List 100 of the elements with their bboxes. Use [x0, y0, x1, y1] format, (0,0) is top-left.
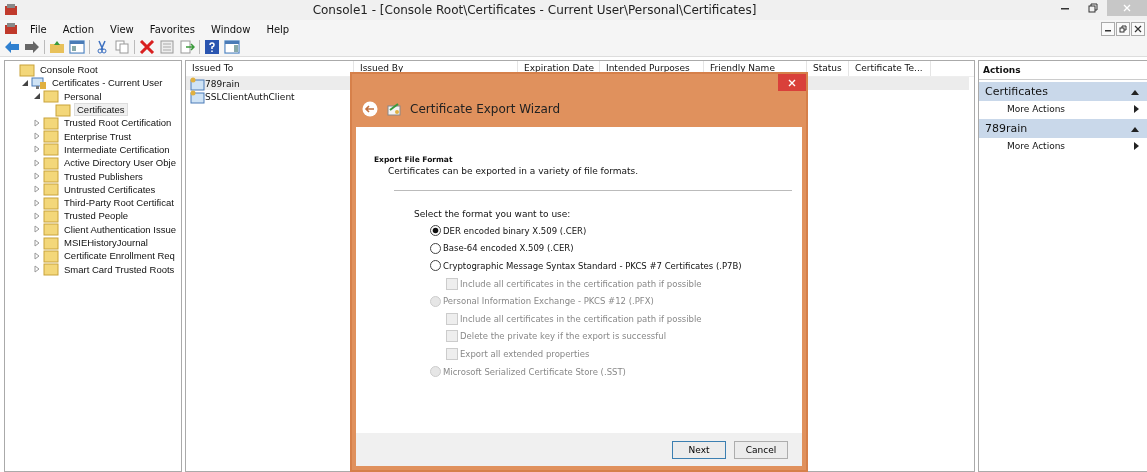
radio-option[interactable]: Cryptographic Message Syntax Standard - PKCS #7 Certificates (.P7B) [430, 257, 784, 275]
tree-item[interactable]: Active Directory User Obje [62, 157, 178, 169]
tree-item[interactable]: Certificates - Current User [50, 77, 165, 89]
close-icon [1122, 3, 1132, 13]
folder-icon [43, 169, 59, 184]
certificate-icon [189, 89, 205, 104]
tree-item[interactable]: Certificates [74, 103, 128, 117]
app-icon[interactable] [4, 22, 18, 36]
expand-icon[interactable] [33, 251, 41, 260]
tree-item[interactable]: Trusted People [62, 210, 131, 222]
folder-icon [43, 129, 59, 144]
table-cell: SSLClientAuthClient [205, 91, 295, 102]
radio-button[interactable] [430, 225, 441, 237]
dialog-title: Certificate Export Wizard [410, 102, 561, 116]
window-title: Console1 - [Console Root\Certificates - Current User\Personal\Certificates] [311, 3, 758, 17]
section-header[interactable]: 789rain [979, 119, 1147, 138]
folder-icon [43, 182, 59, 197]
expand-icon[interactable] [33, 158, 41, 167]
copy-icon[interactable] [114, 40, 130, 54]
checkbox-option: Export all extended properties [446, 345, 784, 363]
back-arrow-icon[interactable] [4, 40, 20, 54]
tree-item[interactable]: Personal [62, 90, 104, 102]
restore-icon [1088, 3, 1098, 13]
cancel-button[interactable]: Cancel [734, 440, 788, 459]
menu-item[interactable]: View [102, 23, 142, 35]
tree-item[interactable]: Enterprise Trust [62, 130, 134, 142]
radio-option: Personal Information Exchange - PKCS #12 (.PFX) [430, 292, 784, 310]
tree-item[interactable]: Client Authentication Issue [62, 223, 178, 235]
app-icon [4, 3, 18, 17]
export-icon[interactable] [179, 40, 195, 54]
menu-item[interactable]: File [22, 23, 55, 35]
radio-button[interactable] [430, 242, 441, 254]
folder-icon [43, 155, 59, 170]
folder-icon [43, 208, 59, 223]
tree-item[interactable]: Intermediate Certification [62, 143, 172, 155]
radio-option[interactable]: DER encoded binary X.509 (.CER) [430, 222, 784, 240]
checkbox-option: Delete the private key if the export is successful [446, 327, 784, 346]
menu-item[interactable]: Favorites [141, 23, 203, 35]
restore-button[interactable] [1116, 22, 1130, 36]
certificate-icon [386, 101, 402, 117]
collapse-icon[interactable] [1131, 88, 1139, 95]
folder-icon [43, 195, 59, 210]
action-pane-icon[interactable] [224, 40, 240, 54]
submenu-arrow-icon [1134, 142, 1139, 150]
prompt-text: Select the format you want to use: [414, 209, 572, 219]
forward-arrow-icon[interactable] [24, 40, 40, 54]
folder-icon [55, 102, 71, 117]
menu-item[interactable]: Action [54, 23, 103, 35]
expand-icon[interactable] [33, 265, 41, 274]
folder-icon [43, 248, 59, 263]
column-header[interactable]: Certificate Te... [849, 61, 931, 76]
expand-icon[interactable] [33, 118, 41, 127]
tree-item[interactable]: Untrusted Certificates [62, 183, 158, 195]
tree-item[interactable]: Smart Card Trusted Roots [62, 263, 177, 275]
folder-icon [43, 115, 59, 130]
menu-item[interactable]: Help [258, 23, 298, 35]
expand-icon[interactable] [33, 238, 41, 247]
close-button[interactable] [1131, 22, 1145, 36]
expand-icon[interactable] [33, 145, 41, 154]
scissors-icon[interactable] [94, 40, 110, 54]
expand-icon[interactable] [33, 132, 41, 141]
folder-icon [43, 142, 59, 157]
back-button[interactable] [362, 101, 378, 117]
tree-item[interactable]: MSIEHistoryJournal [62, 237, 150, 248]
submenu-arrow-icon [1134, 105, 1139, 113]
table-row[interactable]: SSLClientAuthClient [186, 90, 969, 103]
expand-icon[interactable] [33, 211, 41, 220]
tree-item[interactable]: Certificate Enrollment Req [62, 250, 177, 262]
radio-button[interactable] [430, 260, 441, 272]
minimize-button[interactable] [1101, 22, 1115, 36]
expand-icon[interactable] [33, 225, 41, 234]
certificate-icon [189, 76, 205, 91]
folder-icon [19, 62, 35, 77]
expand-icon[interactable] [33, 172, 41, 180]
tree-item[interactable]: Trusted Root Certification [62, 117, 174, 129]
checkbox-option: Include all certificates in the certification path if possible [446, 309, 784, 328]
close-icon [787, 77, 797, 88]
action-item[interactable]: More Actions [979, 101, 1147, 117]
collapse-icon[interactable] [21, 78, 29, 87]
next-button[interactable]: Next [672, 440, 726, 459]
folder-icon [43, 89, 59, 104]
action-item[interactable]: More Actions [979, 138, 1147, 154]
help-icon[interactable] [204, 40, 220, 54]
checkbox-option: Include all certificates in the certification path if possible [446, 274, 784, 293]
pane-title: Actions [979, 61, 1147, 80]
computer-icon [31, 75, 47, 90]
tree-item[interactable]: Console Root [38, 64, 100, 76]
collapse-icon[interactable] [33, 92, 41, 101]
tree-item[interactable]: Third-Party Root Certificat [62, 197, 176, 209]
expand-icon[interactable] [33, 185, 41, 194]
collapse-icon[interactable] [1131, 125, 1139, 132]
delete-icon[interactable] [139, 40, 155, 54]
folder-up-icon[interactable] [49, 40, 65, 54]
console-tree-icon[interactable] [69, 40, 85, 54]
section-header[interactable]: Certificates [979, 82, 1147, 101]
close-icon [1134, 25, 1142, 33]
menu-item[interactable]: Window [202, 23, 259, 35]
radio-option[interactable]: Base-64 encoded X.509 (.CER) [430, 239, 784, 258]
tree-item[interactable]: Trusted Publishers [62, 170, 145, 182]
expand-icon[interactable] [33, 198, 41, 207]
